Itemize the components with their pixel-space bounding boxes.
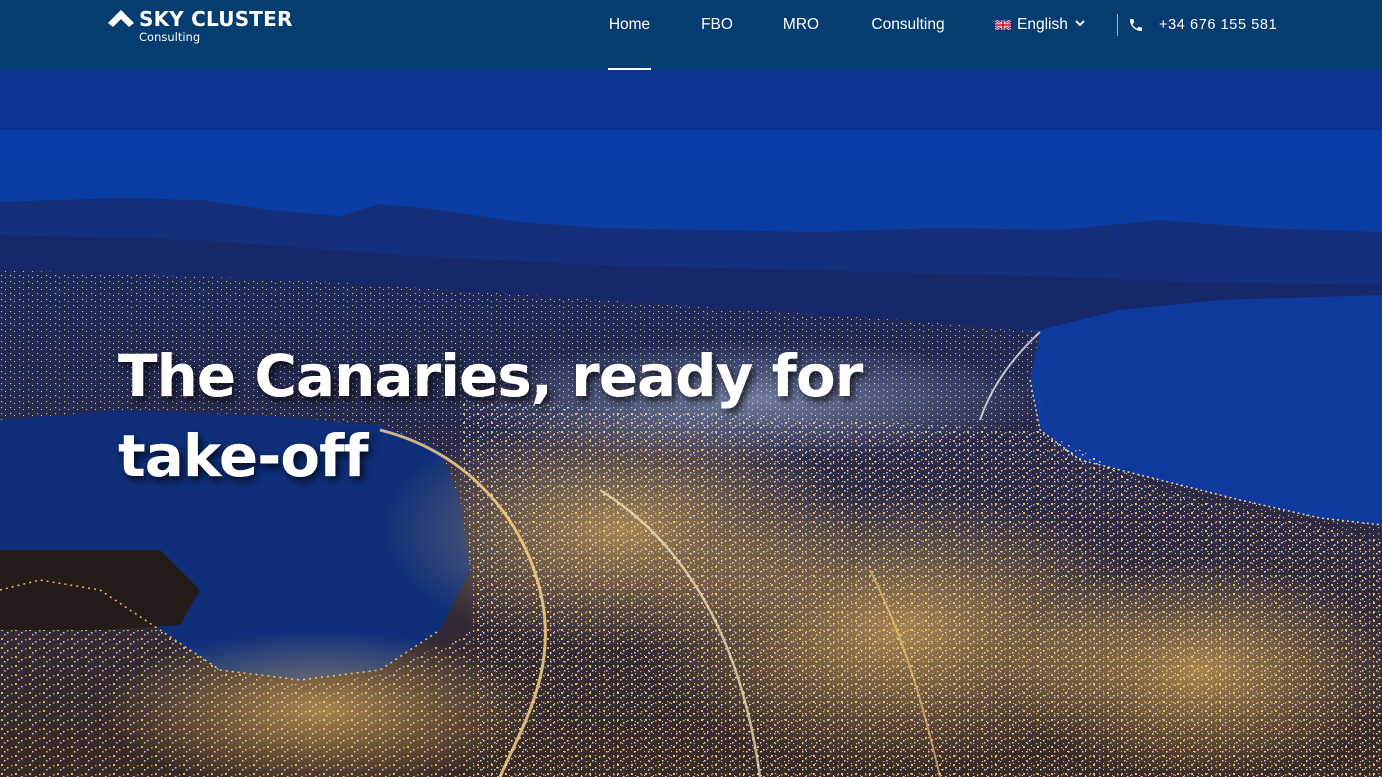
phone-link[interactable]: +34 676 155 581 [1159, 0, 1277, 50]
uk-flag-icon [995, 20, 1011, 30]
language-label: English [1017, 16, 1068, 33]
brand-name: SKY CLUSTER [139, 7, 293, 31]
site-header: SKY CLUSTER Consulting Home FBO MRO Cons… [0, 0, 1382, 70]
hero-title: The Canaries, ready for take-off [118, 342, 863, 490]
chevron-down-icon [1075, 20, 1085, 27]
nav-item-mro[interactable]: MRO [782, 0, 820, 70]
language-selector[interactable]: English [995, 0, 1086, 50]
nav-item-home[interactable]: Home [608, 0, 651, 70]
hero-section: The Canaries, ready for take-off [0, 70, 1382, 777]
header-divider [1117, 14, 1118, 36]
page: SKY CLUSTER Consulting Home FBO MRO Cons… [0, 0, 1382, 777]
nav-item-consulting[interactable]: Consulting [869, 0, 947, 70]
brand-tagline: Consulting [139, 30, 201, 44]
phone-icon [1130, 19, 1142, 31]
chevron-up-icon [108, 10, 134, 27]
nav-item-fbo[interactable]: FBO [700, 0, 734, 70]
brand-logo[interactable]: SKY CLUSTER Consulting [108, 8, 308, 48]
